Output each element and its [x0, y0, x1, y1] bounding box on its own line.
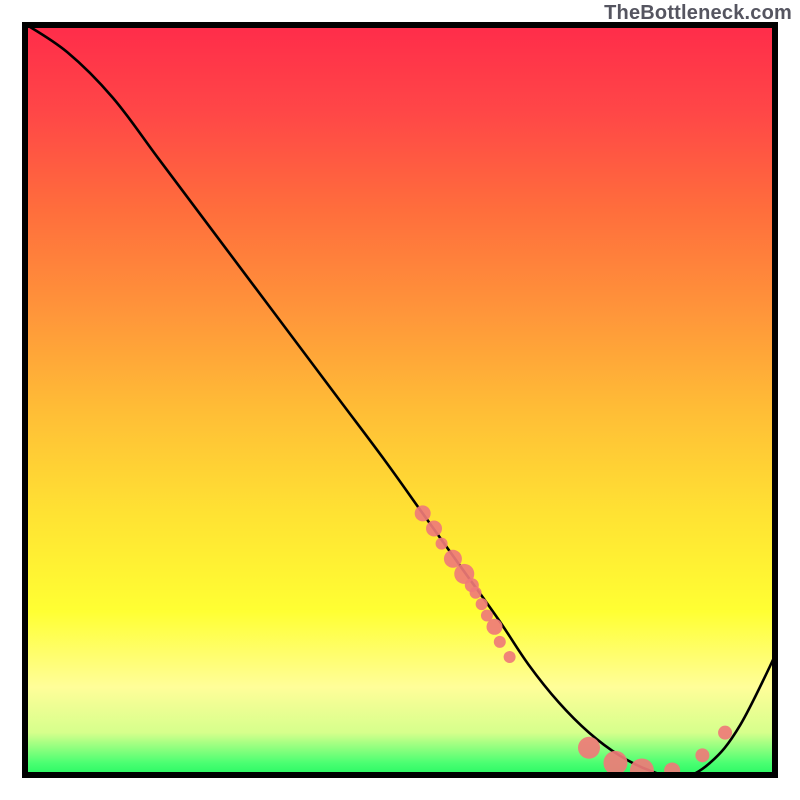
plot-gradient-background: [22, 22, 778, 778]
attribution-text: TheBottleneck.com: [604, 2, 792, 25]
chart-wrap: TheBottleneck.com: [0, 0, 800, 800]
plot-frame: [22, 22, 778, 778]
